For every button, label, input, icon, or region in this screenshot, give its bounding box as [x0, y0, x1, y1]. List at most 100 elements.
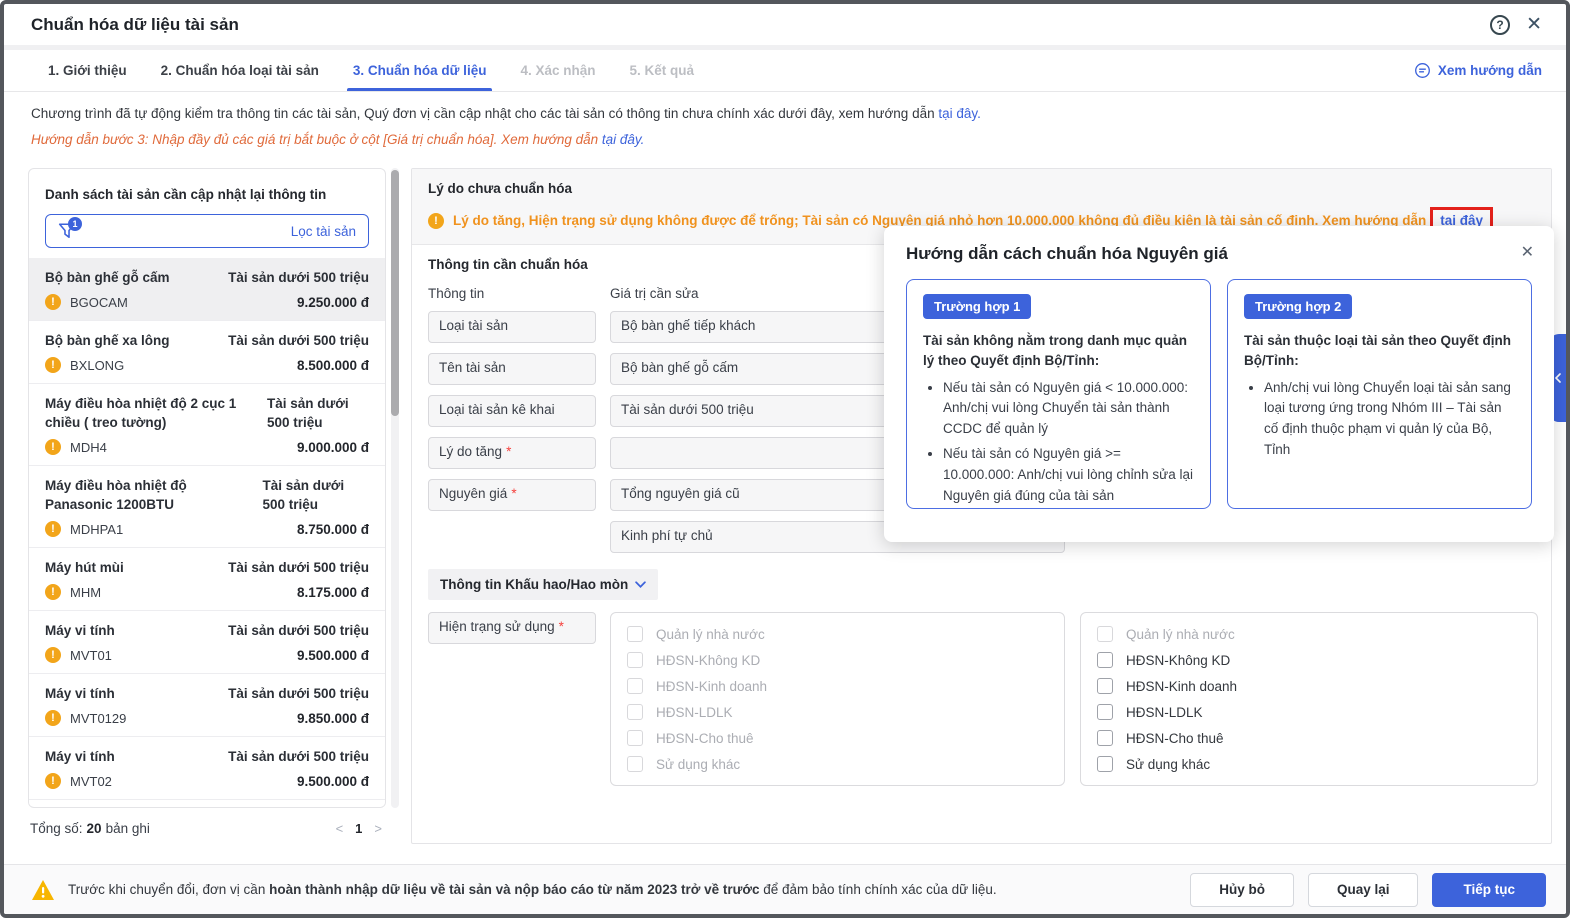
asset-type: Tài sản dưới 500 triệu [228, 621, 369, 640]
case-2-bullets: Anh/chị vui lòng Chuyển loại tài sản san… [1244, 378, 1515, 462]
asset-list-item[interactable]: Bộ bàn ghế gỗ cấmTài sản dưới 500 triệu … [29, 258, 385, 321]
checkbox-hdsn-kinh-doanh[interactable]: HĐSN-Kinh doanh [1097, 678, 1521, 694]
asset-type: Tài sản dưới 500 triệu [267, 394, 369, 432]
usage-checkbox-group: Quản lý nhà nước HĐSN-Không KD HĐSN-Kinh… [1080, 612, 1538, 786]
chevron-down-icon [635, 581, 646, 588]
cancel-button[interactable]: Hủy bỏ [1190, 873, 1294, 907]
chevron-left-icon [1555, 373, 1561, 383]
case-1-bullet: Nếu tài sản có Nguyên giá < 10.000.000: … [943, 378, 1194, 441]
depreciation-section-label: Thông tin Khấu hao/Hao mòn [440, 577, 628, 592]
checkbox-icon [627, 626, 643, 642]
case-2-bullet: Anh/chị vui lòng Chuyển loại tài sản san… [1264, 378, 1515, 462]
chat-icon [1414, 62, 1431, 79]
case-1-bullet: Nếu tài sản có Nguyên giá >= 10.000.000:… [943, 444, 1194, 507]
sidebar-title: Danh sách tài sản cần cập nhật lại thông… [29, 169, 385, 214]
checkbox-icon[interactable] [1097, 730, 1113, 746]
warning-icon: ! [45, 773, 61, 789]
warning-icon: ! [45, 294, 61, 310]
asset-name: Máy điều hòa nhiệt độ Panasonic 1200BTU [45, 476, 253, 514]
alert-triangle-icon [31, 879, 55, 901]
required-mark: * [511, 486, 516, 501]
asset-name: Máy vi tính [45, 621, 115, 640]
case-2-badge: Trường hợp 2 [1244, 294, 1352, 319]
titlebar: Chuẩn hóa dữ liệu tài sản ? ✕ [4, 4, 1566, 50]
asset-list-item[interactable]: Máy vi tínhTài sản dưới 500 triệu !MVT02… [29, 737, 385, 800]
asset-list-item[interactable]: Máy hút mùiTài sản dưới 500 triệu !MHM8.… [29, 548, 385, 611]
view-guide-link[interactable]: Xem hướng dẫn [1414, 50, 1542, 91]
field-label-nguyen-gia: Nguyên giá* [428, 479, 596, 511]
total-records: Tổng số: 20 bản ghi < 1 > [28, 808, 386, 836]
case-card-1: Trường hợp 1 Tài sản không nằm trong dan… [906, 279, 1211, 509]
asset-code: MDHPA1 [70, 522, 123, 537]
asset-type: Tài sản dưới 500 triệu [228, 331, 369, 350]
checkbox-su-dung-khac[interactable]: Sử dụng khác [1097, 756, 1521, 772]
next-page-arrow[interactable]: > [374, 821, 382, 836]
tab-ket-qua: 5. Kết quả [629, 50, 694, 91]
checkbox-icon[interactable] [1097, 704, 1113, 720]
close-icon[interactable]: ✕ [1526, 15, 1542, 34]
checkbox-icon[interactable] [1097, 678, 1113, 694]
checkbox-hdsn-ldlk[interactable]: HĐSN-LDLK [1097, 704, 1521, 720]
checkbox-icon[interactable] [1097, 652, 1113, 668]
help-icon[interactable]: ? [1490, 15, 1510, 35]
prev-page-arrow[interactable]: < [336, 821, 344, 836]
asset-value: 9.250.000 đ [297, 295, 369, 310]
checkbox-icon [627, 756, 643, 772]
checkbox-icon [1097, 626, 1113, 642]
asset-list-item[interactable]: Máy vi tínhTài sản dưới 500 triệu !MVT01… [29, 674, 385, 737]
asset-code: MVT02 [70, 774, 112, 789]
case-1-heading: Tài sản không nằm trong danh mục quản lý… [923, 331, 1194, 372]
asset-list-item[interactable]: Máy điều hòa nhiệt độ 2 cục 1 chiều ( tr… [29, 384, 385, 466]
sidebar-scrollbar-thumb[interactable] [391, 170, 399, 416]
required-mark: * [506, 444, 511, 459]
tab-gioi-thieu[interactable]: 1. Giới thiệu [48, 50, 127, 91]
filter-assets-button[interactable]: 1 Lọc tài sản [45, 214, 369, 248]
asset-list: Bộ bàn ghế gỗ cấmTài sản dưới 500 triệu … [29, 258, 385, 806]
warning-icon: ! [45, 584, 61, 600]
asset-list-item[interactable]: Máy vi tínhTài sản dưới 500 triệu ! [29, 800, 385, 806]
tab-chuan-hoa-du-lieu[interactable]: 3. Chuẩn hóa dữ liệu [353, 50, 487, 91]
tabbar: 1. Giới thiệu 2. Chuẩn hóa loại tài sản … [4, 50, 1566, 92]
asset-type: Tài sản dưới 500 triệu [228, 268, 369, 287]
asset-list-item[interactable]: Máy điều hòa nhiệt độ Panasonic 1200BTUT… [29, 466, 385, 548]
current-page[interactable]: 1 [355, 821, 362, 836]
checkbox-icon [627, 652, 643, 668]
reason-title: Lý do chưa chuẩn hóa [428, 181, 1535, 196]
asset-code: MHM [70, 585, 101, 600]
asset-value: 8.750.000 đ [297, 522, 369, 537]
intro-line2: Hướng dẫn bước 3: Nhập đầy đủ các giá tr… [31, 132, 598, 147]
asset-code: BGOCAM [70, 295, 128, 310]
case-2-heading: Tài sản thuộc loại tài sản theo Quyết đị… [1244, 331, 1515, 372]
continue-button[interactable]: Tiếp tục [1432, 873, 1546, 907]
asset-name: Máy vi tính [45, 747, 115, 766]
checkbox-hdsn-ldlk: HĐSN-LDLK [627, 704, 1048, 720]
asset-type: Tài sản dưới 500 triệu [228, 558, 369, 577]
asset-type: Tài sản dưới 500 triệu [228, 684, 369, 703]
popup-close-icon[interactable]: ✕ [1521, 242, 1534, 262]
intro-line2-link[interactable]: tại đây. [602, 132, 645, 147]
intro-line1-link[interactable]: tại đây. [938, 106, 981, 121]
asset-name: Bộ bàn ghế gỗ cấm [45, 268, 170, 287]
checkbox-hdsn-cho-thue[interactable]: HĐSN-Cho thuê [1097, 730, 1521, 746]
warning-icon: ! [45, 439, 61, 455]
filter-icon: 1 [58, 222, 76, 240]
tab-xac-nhan: 4. Xác nhận [520, 50, 595, 91]
checkbox-su-dung-khac: Sử dụng khác [627, 756, 1048, 772]
back-button[interactable]: Quay lại [1308, 873, 1419, 907]
depreciation-section-toggle[interactable]: Thông tin Khấu hao/Hao mòn [428, 569, 658, 600]
warning-icon: ! [45, 521, 61, 537]
field-label-ly-do-tang: Lý do tăng* [428, 437, 596, 469]
asset-value: 8.500.000 đ [297, 358, 369, 373]
asset-list-item[interactable]: Bộ bàn ghế xa lôngTài sản dưới 500 triệu… [29, 321, 385, 384]
checkbox-icon[interactable] [1097, 756, 1113, 772]
filter-button-label: Lọc tài sản [291, 224, 356, 239]
tab-chuan-hoa-loai-tai-san[interactable]: 2. Chuẩn hóa loại tài sản [161, 50, 319, 91]
field-label-loai-tai-san-ke-khai: Loại tài sản kê khai [428, 395, 596, 427]
asset-value: 9.500.000 đ [297, 648, 369, 663]
asset-code: MDH4 [70, 440, 107, 455]
checkbox-hdsn-khong-kd[interactable]: HĐSN-Không KD [1097, 652, 1521, 668]
asset-list-item[interactable]: Máy vi tínhTài sản dưới 500 triệu !MVT01… [29, 611, 385, 674]
checkbox-icon [627, 730, 643, 746]
required-mark: * [559, 619, 564, 634]
asset-list-card: Danh sách tài sản cần cập nhật lại thông… [28, 168, 386, 808]
